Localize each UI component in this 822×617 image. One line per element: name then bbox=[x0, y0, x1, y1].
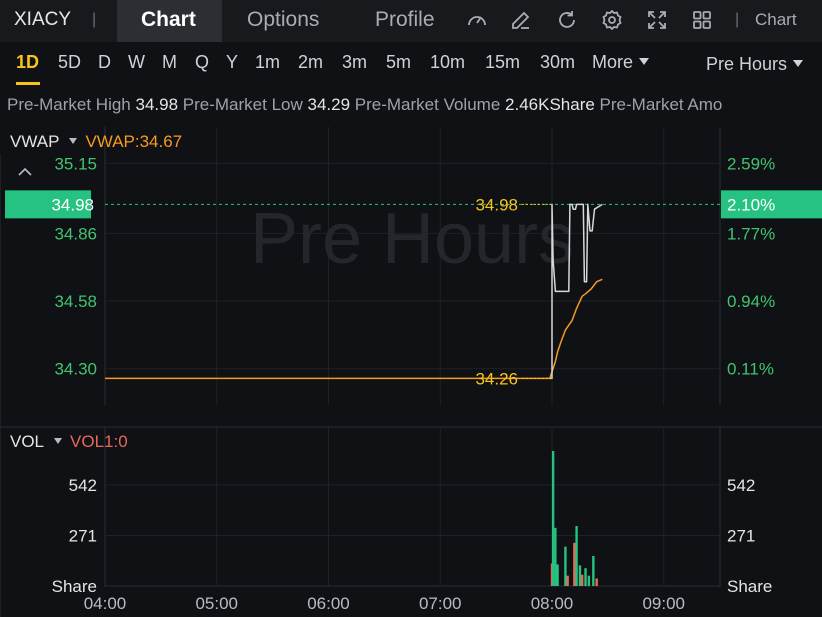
gauge-icon[interactable] bbox=[465, 8, 489, 32]
y-tick-label-left: 34.30 bbox=[54, 360, 97, 379]
session-selector[interactable]: Pre Hours bbox=[706, 54, 804, 75]
price-volume-chart[interactable]: Pre Hours 04:00 05:00 06:00 07:00 08:00 09:00… bbox=[0, 127, 822, 617]
period-3m[interactable]: 3m bbox=[342, 52, 367, 73]
y-tick-label-right: 2.59% bbox=[727, 154, 775, 173]
toolbar-separator: | bbox=[735, 11, 740, 28]
volume-bar bbox=[580, 574, 584, 586]
price-annotation: 34.26 bbox=[475, 369, 518, 388]
premarket-low-value: 34.29 bbox=[307, 95, 351, 114]
chart-watermark: Pre Hours bbox=[250, 199, 574, 279]
tab-chart[interactable]: Chart bbox=[141, 8, 196, 32]
x-tick-label: 04:00 bbox=[84, 594, 127, 613]
period-1d[interactable]: 1D bbox=[16, 52, 39, 73]
chevron-up-icon[interactable] bbox=[18, 167, 32, 176]
fullscreen-icon[interactable] bbox=[645, 8, 669, 32]
volume-tick-label-right: 542 bbox=[727, 476, 755, 495]
active-period-indicator bbox=[16, 82, 40, 85]
premarket-low-label: Pre-Market Low bbox=[182, 95, 303, 114]
vwap-line bbox=[105, 278, 603, 380]
pencil-icon[interactable] bbox=[509, 8, 533, 32]
x-tick-label: 07:00 bbox=[419, 594, 462, 613]
vol-indicator-label[interactable]: VOL VOL1:0 bbox=[10, 432, 128, 452]
ticker-symbol: XIACY bbox=[14, 9, 72, 30]
volume-bar bbox=[584, 568, 587, 586]
period-10m[interactable]: 10m bbox=[430, 52, 465, 73]
chevron-down-icon bbox=[54, 438, 63, 444]
y-tick-label-left: 35.15 bbox=[54, 154, 97, 173]
y-tick-label-left: 34.58 bbox=[54, 292, 97, 311]
period-1m[interactable]: 1m bbox=[255, 52, 280, 73]
period-5m[interactable]: 5m bbox=[386, 52, 411, 73]
grid-icon[interactable] bbox=[690, 8, 714, 32]
volume-bar bbox=[595, 578, 598, 586]
price-annotation: 34.98 bbox=[475, 195, 518, 214]
session-label: Pre Hours bbox=[706, 54, 788, 74]
tab-options[interactable]: Options bbox=[247, 8, 319, 32]
period-more-label: More bbox=[592, 52, 634, 72]
gear-icon[interactable] bbox=[600, 8, 624, 32]
period-q[interactable]: Q bbox=[195, 52, 209, 73]
premarket-info-line: Pre-Market High 34.98 Pre-Market Low 34.… bbox=[7, 95, 722, 115]
period-y[interactable]: Y bbox=[226, 52, 238, 73]
top-bar: XIACY | Chart Options Profile | Chart bbox=[0, 0, 822, 42]
premarket-high-value: 34.98 bbox=[135, 95, 179, 114]
chart-area[interactable]: VWAP VWAP:34.67 VOL VOL1:0 Pre Hours 04:00… bbox=[0, 127, 822, 617]
volume-bar bbox=[556, 564, 559, 586]
x-tick-label: 05:00 bbox=[195, 594, 238, 613]
y-tick-label-right: 0.11% bbox=[727, 360, 774, 379]
volume-bar bbox=[592, 556, 595, 586]
period-m[interactable]: M bbox=[162, 52, 177, 73]
volume-bar bbox=[573, 542, 576, 586]
volume-tick-label-right: 271 bbox=[727, 526, 755, 545]
vwap-indicator-label[interactable]: VWAP VWAP:34.67 bbox=[10, 132, 182, 152]
grid-lines bbox=[105, 127, 720, 586]
current-price-badge-text: 34.98 bbox=[51, 195, 94, 214]
x-tick-label: 09:00 bbox=[642, 594, 685, 613]
period-15m[interactable]: 15m bbox=[485, 52, 520, 73]
current-pct-badge-text: 2.10% bbox=[727, 195, 775, 214]
chart-menu[interactable]: Chart bbox=[755, 10, 797, 30]
x-tick-label: 06:00 bbox=[307, 594, 350, 613]
volume-bar bbox=[575, 526, 578, 586]
volume-tick-label-left: 542 bbox=[69, 476, 97, 495]
period-d[interactable]: D bbox=[98, 52, 111, 73]
period-2m[interactable]: 2m bbox=[298, 52, 323, 73]
x-tick-label: 08:00 bbox=[531, 594, 574, 613]
premarket-volume-value: 2.46KShare bbox=[505, 95, 595, 114]
premarket-amount-label: Pre-Market Amo bbox=[599, 95, 723, 114]
vol-indicator-value: VOL1:0 bbox=[70, 432, 128, 451]
volume-unit-right: Share bbox=[727, 577, 772, 596]
tab-profile[interactable]: Profile bbox=[375, 8, 435, 32]
volume-bar bbox=[578, 565, 582, 586]
y-tick-label-right: 1.77% bbox=[727, 224, 775, 243]
period-bar: 1D 5D D W M Q Y 1m 2m 3m 5m 10m 15m 30m … bbox=[0, 42, 822, 88]
chevron-down-icon bbox=[793, 60, 804, 67]
y-tick-label-left: 34.86 bbox=[54, 224, 97, 243]
period-w[interactable]: W bbox=[128, 52, 145, 73]
ticker-separator: | bbox=[92, 11, 97, 28]
volume-bar bbox=[566, 575, 569, 586]
volume-bar bbox=[564, 546, 567, 586]
premarket-volume-label: Pre-Market Volume bbox=[354, 95, 501, 114]
volume-bars bbox=[550, 451, 598, 586]
vwap-indicator-value: VWAP:34.67 bbox=[85, 132, 183, 151]
chevron-down-icon bbox=[639, 58, 650, 65]
volume-bar bbox=[551, 451, 555, 586]
vwap-indicator-name: VWAP bbox=[10, 132, 60, 151]
volume-unit-left: Share bbox=[52, 577, 97, 596]
y-tick-label-right: 0.94% bbox=[727, 292, 775, 311]
period-30m[interactable]: 30m bbox=[540, 52, 575, 73]
premarket-high-label: Pre-Market High bbox=[7, 95, 131, 114]
period-more[interactable]: More bbox=[592, 52, 650, 73]
period-5d[interactable]: 5D bbox=[58, 52, 81, 73]
refresh-icon[interactable] bbox=[555, 8, 579, 32]
volume-bar bbox=[554, 527, 557, 586]
vol-indicator-name: VOL bbox=[10, 432, 45, 451]
chevron-down-icon bbox=[69, 138, 78, 144]
volume-tick-label-left: 271 bbox=[69, 526, 97, 545]
volume-bar bbox=[587, 575, 591, 586]
